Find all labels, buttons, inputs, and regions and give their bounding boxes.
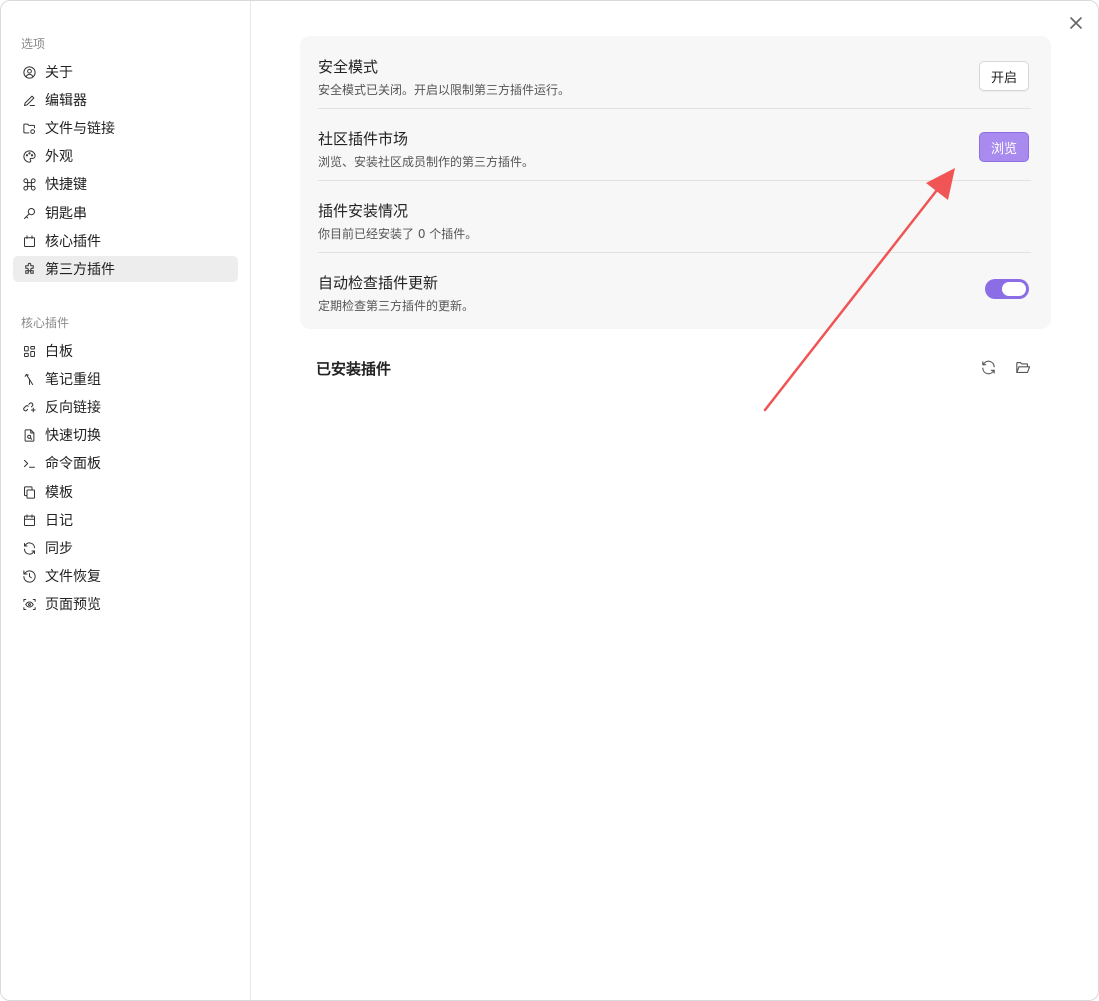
sidebar-item-label: 第三方插件 xyxy=(45,262,115,278)
installed-plugins-heading: 已安装插件 xyxy=(316,360,392,378)
key-icon xyxy=(21,205,37,221)
file-search-icon xyxy=(21,427,37,443)
sidebar-item-quick-switcher[interactable]: 快速切换 xyxy=(13,422,238,448)
setting-safe-mode: 安全模式 安全模式已关闭。开启以限制第三方插件运行。 开启 xyxy=(318,36,1031,109)
backlink-icon xyxy=(21,399,37,415)
sidebar-item-files-links[interactable]: 文件与链接 xyxy=(13,115,238,141)
sidebar-item-page-preview[interactable]: 页面预览 xyxy=(13,591,238,617)
sidebar-item-label: 外观 xyxy=(45,149,73,165)
refresh-icon xyxy=(981,360,995,374)
sidebar-item-label: 反向链接 xyxy=(45,400,101,416)
sidebar-item-templates[interactable]: 模板 xyxy=(13,479,238,505)
terminal-icon xyxy=(21,455,37,471)
copy-icon xyxy=(21,484,37,500)
palette-icon xyxy=(21,148,37,164)
sidebar-item-label: 命令面板 xyxy=(45,456,101,472)
sidebar-item-command-palette[interactable]: 命令面板 xyxy=(13,450,238,476)
sidebar-item-note-composer[interactable]: 笔记重组 xyxy=(13,366,238,392)
command-icon xyxy=(21,176,37,192)
sidebar-item-backlinks[interactable]: 反向链接 xyxy=(13,394,238,420)
sidebar-item-label: 关于 xyxy=(45,65,73,81)
sidebar-item-hotkeys[interactable]: 快捷键 xyxy=(13,171,238,197)
sidebar: 选项 关于 编辑器 文件与链接 外观 快捷键 钥匙串 核心插件 第三方插件 核心… xyxy=(1,1,251,1000)
setting-title: 社区插件市场 xyxy=(318,130,409,148)
setting-description: 定期检查第三方插件的更新。 xyxy=(318,299,475,313)
sidebar-item-canvas[interactable]: 白板 xyxy=(13,338,238,364)
history-icon xyxy=(21,568,37,584)
sidebar-item-label: 编辑器 xyxy=(45,93,87,109)
sidebar-item-editor[interactable]: 编辑器 xyxy=(13,87,238,113)
eye-scan-icon xyxy=(21,596,37,612)
close-icon xyxy=(1070,17,1082,29)
plugin-settings-card: 安全模式 安全模式已关闭。开启以限制第三方插件运行。 开启 社区插件市场 浏览、… xyxy=(300,36,1051,329)
pencil-icon xyxy=(21,92,37,108)
sidebar-section-options: 选项 xyxy=(21,37,46,51)
sidebar-item-appearance[interactable]: 外观 xyxy=(13,143,238,169)
sidebar-item-core-plugins[interactable]: 核心插件 xyxy=(13,228,238,254)
sidebar-item-community-plugins[interactable]: 第三方插件 xyxy=(13,256,238,282)
sidebar-item-label: 笔记重组 xyxy=(45,372,101,388)
setting-description: 安全模式已关闭。开启以限制第三方插件运行。 xyxy=(318,83,571,97)
sidebar-item-sync[interactable]: 同步 xyxy=(13,535,238,561)
close-button[interactable] xyxy=(1066,13,1086,33)
sidebar-item-label: 文件与链接 xyxy=(45,121,115,137)
open-plugins-folder-button[interactable] xyxy=(1012,357,1032,377)
folder-open-icon xyxy=(1015,361,1030,373)
reload-plugins-button[interactable] xyxy=(978,357,998,377)
sidebar-item-label: 核心插件 xyxy=(45,234,101,250)
sidebar-item-label: 模板 xyxy=(45,485,73,501)
sidebar-item-label: 快捷键 xyxy=(45,177,87,193)
setting-title: 安全模式 xyxy=(318,58,379,76)
setting-title: 插件安装情况 xyxy=(318,202,409,220)
sidebar-item-label: 同步 xyxy=(45,541,73,557)
browse-button[interactable]: 浏览 xyxy=(979,132,1029,162)
setting-auto-update: 自动检查插件更新 定期检查第三方插件的更新。 xyxy=(318,252,1031,324)
sidebar-item-label: 文件恢复 xyxy=(45,569,101,585)
refresh-icon xyxy=(21,540,37,556)
sidebar-item-keychain[interactable]: 钥匙串 xyxy=(13,200,238,226)
sidebar-section-core-plugins: 核心插件 xyxy=(21,316,70,330)
sidebar-item-label: 白板 xyxy=(45,344,73,360)
grid-icon xyxy=(21,343,37,359)
sidebar-item-file-recovery[interactable]: 文件恢复 xyxy=(13,563,238,589)
sidebar-item-label: 日记 xyxy=(45,513,73,529)
sidebar-item-label: 钥匙串 xyxy=(45,206,87,222)
merge-icon xyxy=(21,371,37,387)
sidebar-item-daily-notes[interactable]: 日记 xyxy=(13,507,238,533)
calendar-icon xyxy=(21,512,37,528)
settings-window: 选项 关于 编辑器 文件与链接 外观 快捷键 钥匙串 核心插件 第三方插件 核心… xyxy=(0,0,1099,1001)
folder-cog-icon xyxy=(21,120,37,136)
auto-update-toggle[interactable] xyxy=(985,279,1029,299)
calendar-box-icon xyxy=(21,233,37,249)
toggle-knob xyxy=(1002,282,1026,296)
sidebar-item-label: 快速切换 xyxy=(45,428,101,444)
user-circle-icon xyxy=(21,64,37,80)
sidebar-item-label: 页面预览 xyxy=(45,597,101,613)
sidebar-item-about[interactable]: 关于 xyxy=(13,59,238,85)
setting-description: 浏览、安装社区成员制作的第三方插件。 xyxy=(318,155,535,169)
setting-installed-status: 插件安装情况 你目前已经安装了 0 个插件。 xyxy=(318,180,1031,253)
setting-community-plugins: 社区插件市场 浏览、安装社区成员制作的第三方插件。 浏览 xyxy=(318,108,1031,181)
puzzle-icon xyxy=(21,261,37,277)
setting-description: 你目前已经安装了 0 个插件。 xyxy=(318,227,478,241)
safe-mode-enable-button[interactable]: 开启 xyxy=(979,61,1029,91)
setting-title: 自动检查插件更新 xyxy=(318,274,439,292)
